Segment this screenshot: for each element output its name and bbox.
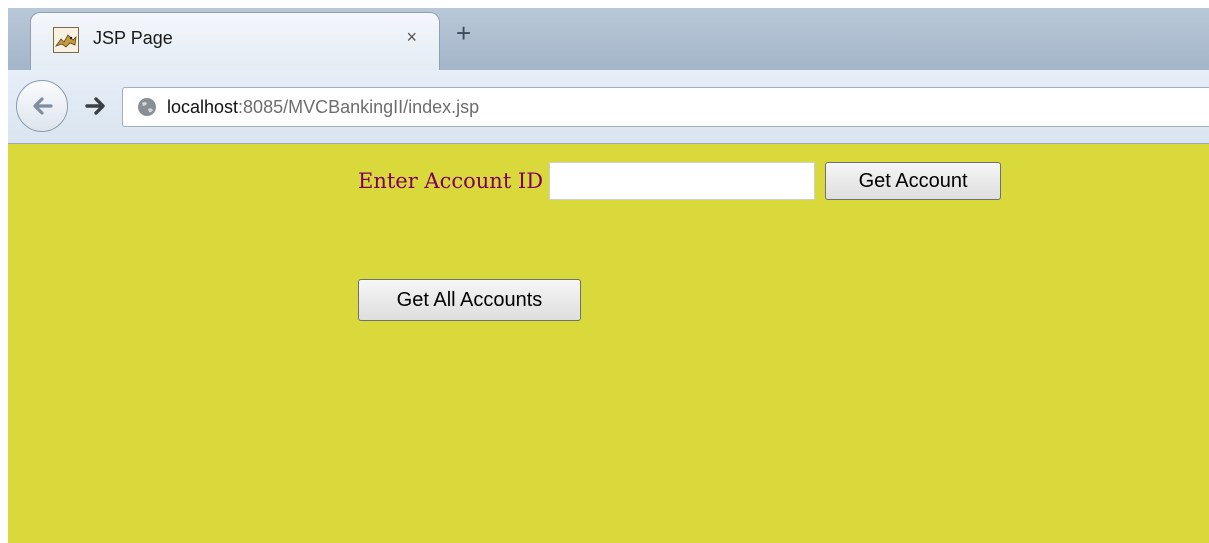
url-host: localhost (167, 97, 239, 117)
account-form: Enter Account ID Get Account (358, 162, 1002, 200)
navigation-bar: localhost:8085/MVCBankingII/index.jsp (8, 70, 1209, 144)
get-all-accounts-button[interactable]: Get All Accounts (358, 279, 581, 321)
get-account-button[interactable]: Get Account (825, 162, 1002, 200)
back-button[interactable] (16, 80, 68, 132)
tomcat-icon (53, 27, 79, 53)
tab-jsp-page[interactable]: JSP Page × (30, 12, 440, 72)
page-content: Enter Account ID Get Account Get All Acc… (8, 144, 1209, 543)
new-tab-button[interactable]: + (456, 20, 471, 46)
close-icon[interactable]: × (406, 27, 417, 48)
tab-strip: JSP Page × + (8, 8, 1209, 72)
address-bar[interactable]: localhost:8085/MVCBankingII/index.jsp (122, 87, 1209, 127)
forward-arrow-icon (85, 97, 105, 115)
url-path: :8085/MVCBankingII/index.jsp (238, 97, 480, 117)
account-id-input[interactable] (549, 162, 816, 200)
globe-icon (137, 97, 157, 117)
forward-button[interactable] (84, 94, 108, 118)
back-arrow-icon (33, 97, 53, 115)
tab-title: JSP Page (93, 28, 173, 48)
url-text: localhost:8085/MVCBankingII/index.jsp (167, 97, 479, 118)
browser-window: JSP Page × + localhost:8085/MVCBankingII… (8, 8, 1209, 543)
account-id-label: Enter Account ID (358, 169, 544, 193)
